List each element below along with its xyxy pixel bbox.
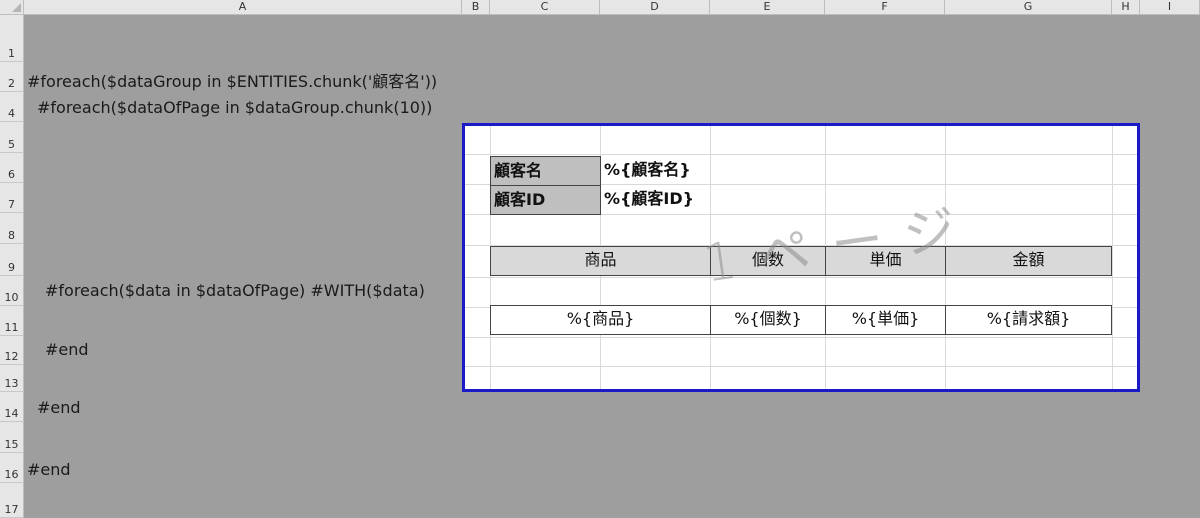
row-number: 7	[8, 198, 15, 211]
column-header-c[interactable]: C	[490, 0, 600, 15]
row-number: 12	[4, 350, 19, 363]
cell-a10[interactable]: #foreach($data in $dataOfPage) #WITH($da…	[45, 281, 425, 300]
row-number: 8	[8, 229, 15, 242]
gridline	[465, 277, 1137, 278]
row-header-5[interactable]: 5	[0, 122, 24, 153]
cell-a16[interactable]: #end	[27, 460, 71, 479]
row-header-7[interactable]: 7	[0, 183, 24, 213]
row-unit-price[interactable]: %{単価}	[825, 305, 946, 335]
row-header-14[interactable]: 14	[0, 392, 24, 422]
row-number: 17	[4, 503, 19, 516]
column-header-h[interactable]: H	[1112, 0, 1140, 15]
row-header-15[interactable]: 15	[0, 422, 24, 453]
row-amount[interactable]: %{請求額}	[945, 305, 1112, 335]
row-header-10[interactable]: 10	[0, 276, 24, 306]
gridline	[465, 154, 1137, 155]
column-header-a[interactable]: A	[24, 0, 462, 15]
customer-id-value[interactable]: %{顧客ID}	[601, 185, 821, 215]
select-all-corner[interactable]	[0, 0, 24, 15]
row-quantity[interactable]: %{個数}	[710, 305, 826, 335]
header-product[interactable]: 商品	[490, 246, 711, 276]
row-number: 11	[4, 321, 19, 334]
row-header-2[interactable]: 2	[0, 62, 24, 92]
header-amount[interactable]: 金額	[945, 246, 1112, 276]
column-header-e[interactable]: E	[710, 0, 825, 15]
row-product[interactable]: %{商品}	[490, 305, 711, 335]
gridline	[465, 366, 1137, 367]
print-page-region: 顧客名 %{顧客名} 顧客ID %{顧客ID} 商品 個数 単価 金額 %{商品…	[462, 123, 1140, 392]
column-header-g[interactable]: G	[945, 0, 1112, 15]
cell-a2[interactable]: #foreach($dataGroup in $ENTITIES.chunk('…	[27, 68, 437, 92]
column-header-d[interactable]: D	[600, 0, 710, 15]
row-number: 1	[8, 47, 15, 60]
column-header-f[interactable]: F	[825, 0, 945, 15]
gridline	[1112, 126, 1113, 389]
gridline	[465, 337, 1137, 338]
row-header-1[interactable]: 1	[0, 15, 24, 62]
header-quantity[interactable]: 個数	[710, 246, 826, 276]
row-number: 16	[4, 468, 19, 481]
row-number: 5	[8, 138, 15, 151]
header-unit-price[interactable]: 単価	[825, 246, 946, 276]
row-header-13[interactable]: 13	[0, 365, 24, 392]
row-number: 4	[8, 107, 15, 120]
row-number: 15	[4, 438, 19, 451]
row-number: 9	[8, 261, 15, 274]
customer-name-label[interactable]: 顧客名	[490, 156, 601, 186]
cell-a12[interactable]: #end	[45, 340, 89, 359]
row-number: 2	[8, 77, 15, 90]
customer-id-label[interactable]: 顧客ID	[490, 185, 601, 215]
row-header-8[interactable]: 8	[0, 213, 24, 244]
cell-a4[interactable]: #foreach($dataOfPage in $dataGroup.chunk…	[37, 98, 432, 117]
row-number: 14	[4, 407, 19, 420]
row-number: 10	[4, 291, 19, 304]
row-number: 6	[8, 168, 15, 181]
customer-name-value[interactable]: %{顧客名}	[601, 156, 821, 186]
row-header-12[interactable]: 12	[0, 336, 24, 365]
column-header-b[interactable]: B	[462, 0, 490, 15]
row-header-16[interactable]: 16	[0, 453, 24, 483]
row-header-11[interactable]: 11	[0, 306, 24, 336]
row-number: 13	[4, 377, 19, 390]
select-all-icon	[12, 3, 21, 12]
cell-a14[interactable]: #end	[37, 398, 81, 417]
row-header-17[interactable]: 17	[0, 483, 24, 518]
row-header-4[interactable]: 4	[0, 92, 24, 122]
row-header-9[interactable]: 9	[0, 244, 24, 276]
row-header-6[interactable]: 6	[0, 153, 24, 183]
column-header-i[interactable]: I	[1140, 0, 1200, 15]
